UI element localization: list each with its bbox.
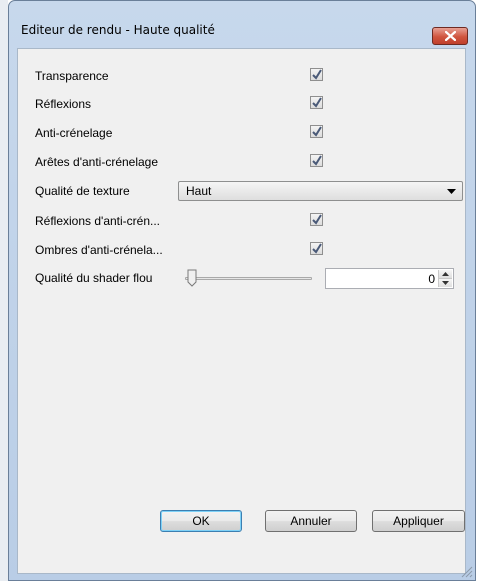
- render-editor-dialog: Editeur de rendu - Haute qualité Transpa…: [8, 0, 476, 581]
- reflexions-checkbox[interactable]: [310, 96, 323, 109]
- apply-button[interactable]: Appliquer: [372, 510, 465, 532]
- resize-grip-icon[interactable]: [461, 566, 473, 578]
- spin-up-button[interactable]: [439, 270, 452, 279]
- aretes-checkbox[interactable]: [310, 154, 323, 167]
- chevron-up-icon: [442, 272, 449, 276]
- checkmark-icon: [312, 155, 322, 166]
- ok-button[interactable]: OK: [160, 510, 242, 532]
- checkmark-icon: [312, 97, 322, 108]
- shader-slider-track[interactable]: [185, 277, 312, 280]
- anticrenelage-checkbox[interactable]: [310, 125, 323, 138]
- spin-down-button[interactable]: [439, 279, 452, 287]
- close-button[interactable]: [432, 27, 468, 45]
- shader-label: Qualité du shader flou: [35, 271, 153, 285]
- checkmark-icon: [312, 126, 322, 137]
- reflexions-label: Réflexions: [35, 97, 92, 111]
- ombres-ac-checkbox[interactable]: [310, 242, 323, 255]
- transparence-checkbox[interactable]: [310, 68, 323, 81]
- settings-panel: Transparence Réflexions Anti-crénelage A…: [17, 48, 466, 574]
- title-bar[interactable]: Editeur de rendu - Haute qualité: [9, 1, 475, 45]
- close-icon: [445, 31, 456, 41]
- anticrenelage-label: Anti-crénelage: [35, 126, 113, 140]
- checkmark-icon: [312, 69, 322, 80]
- window-title: Editeur de rendu - Haute qualité: [21, 23, 215, 37]
- reflexions-ac-label: Réflexions d'anti-crén...: [35, 214, 161, 228]
- texture-selected-value: Haut: [186, 184, 212, 198]
- checkmark-icon: [312, 243, 322, 254]
- texture-dropdown[interactable]: Haut: [178, 181, 463, 201]
- spin-buttons: [438, 270, 452, 287]
- aretes-label: Arêtes d'anti-crénelage: [35, 155, 159, 169]
- shader-slider-thumb[interactable]: [187, 269, 197, 287]
- checkmark-icon: [312, 214, 322, 225]
- ombres-ac-label: Ombres d'anti-crénela...: [35, 243, 163, 257]
- chevron-down-icon: [447, 189, 456, 194]
- reflexions-ac-checkbox[interactable]: [310, 213, 323, 226]
- texture-label: Qualité de texture: [35, 184, 130, 198]
- shader-spinbox[interactable]: 0: [325, 268, 454, 289]
- transparence-label: Transparence: [35, 69, 109, 83]
- desktop-background: [0, 0, 8, 581]
- cancel-button[interactable]: Annuler: [265, 510, 357, 532]
- chevron-down-icon: [442, 281, 449, 285]
- shader-value: 0: [428, 272, 435, 286]
